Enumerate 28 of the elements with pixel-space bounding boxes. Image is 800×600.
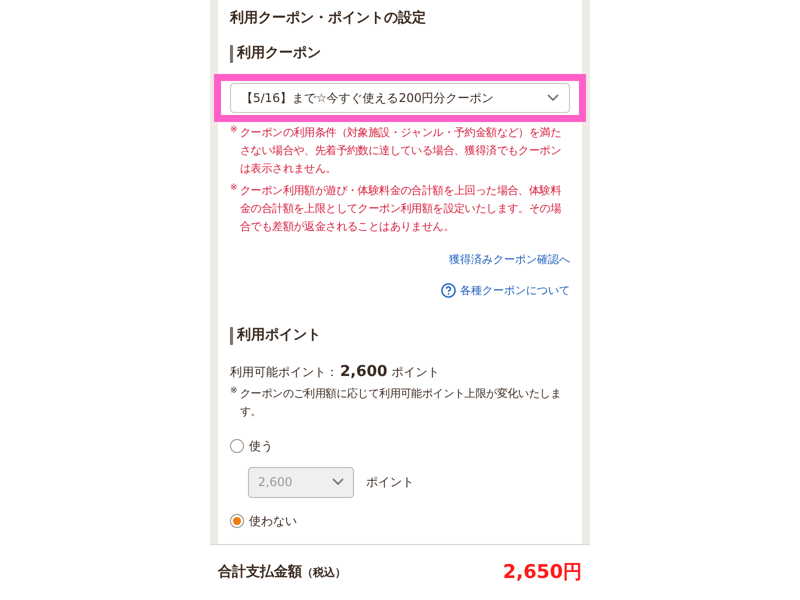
radio-button[interactable] — [230, 438, 244, 452]
radio-option[interactable]: 使う — [230, 436, 273, 454]
section-title: 利用クーポン・ポイントの設定 — [230, 8, 427, 28]
subheading: 利用クーポン — [237, 44, 321, 63]
help-icon — [441, 283, 456, 298]
heading-bar — [230, 44, 233, 62]
tax-note: （税込） — [302, 565, 346, 581]
note-mark: ※ — [230, 182, 239, 195]
note-mark: ※ — [230, 124, 239, 137]
note-mark: ※ — [230, 384, 239, 398]
chevron-down-icon — [332, 478, 344, 486]
heading-bar — [230, 326, 233, 344]
note-text: クーポンのご利用額に応じて利用可能ポイント上限が変化いたします。 — [240, 386, 562, 420]
note-text: クーポン利用額が遊び・体験料金の合計額を上回った場合、体験料金の合計額を上限としてクーポン利用額を設定いたします。その場合でも差額が返金されることはありません。 — [240, 183, 562, 235]
coupon-link[interactable]: 各種クーポンについて — [441, 282, 570, 299]
points-unit: ポイント — [391, 364, 440, 381]
radio-option[interactable]: 使わない — [230, 512, 297, 530]
radio-button[interactable] — [230, 514, 244, 528]
subheading: 利用ポイント — [237, 326, 321, 345]
coupon-link[interactable]: 獲得済みクーポン確認へ — [449, 252, 570, 268]
note-text: クーポンの利用条件（対象施設・ジャンル・予約金額など）を満たさない場合や、先着予約数に達している場合、獲得済でもクーポンは表示されません。 — [240, 125, 562, 177]
total-amount: 2,650円 — [502, 560, 582, 586]
coupon-select[interactable]: 【5/16】まで☆今すぐ使える200円分クーポン — [230, 83, 570, 113]
points-label: 利用可能ポイント： — [230, 364, 338, 381]
points-unit: ポイント — [366, 474, 414, 491]
points-value: 2,600 — [340, 361, 388, 382]
chevron-down-icon — [547, 94, 559, 102]
total-label: 合計支払金額 — [218, 563, 302, 582]
